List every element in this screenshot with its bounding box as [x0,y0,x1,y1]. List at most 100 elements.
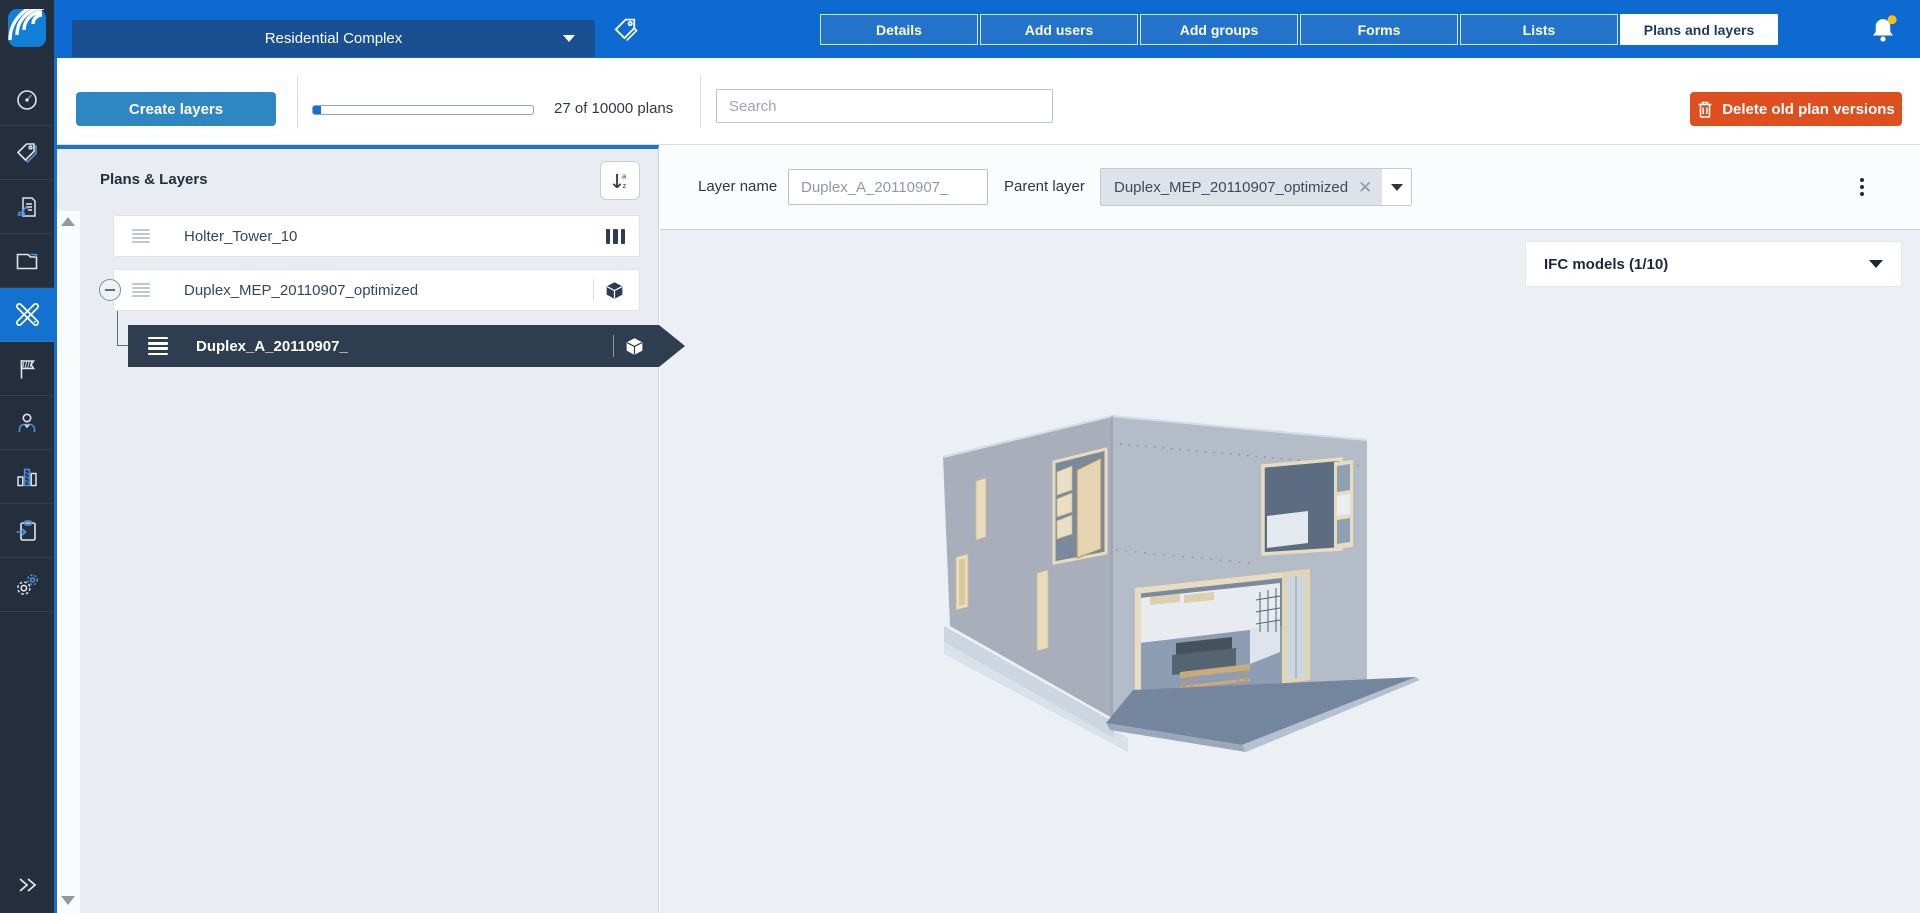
drag-handle-icon[interactable] [132,229,150,244]
drag-handle-icon[interactable] [132,283,150,298]
tab-label: Details [876,22,922,38]
divider [613,335,614,357]
chevron-down-icon [1391,184,1403,191]
sidebar-item-handover[interactable] [0,504,54,558]
tree-item-label: Duplex_A_20110907_ [196,338,348,355]
tree-connector-line [117,311,129,346]
cube-icon[interactable] [624,336,645,357]
double-chevron-right-icon [14,873,40,897]
sidebar-item-plans[interactable] [0,288,54,342]
svg-text:a: a [622,171,627,180]
toolbar-divider [297,76,298,128]
project-select-label: Residential Complex [265,30,403,47]
columns-icon[interactable] [606,229,626,244]
chevron-down-icon [1869,260,1883,268]
tree-item-label: Holter_Tower_10 [184,228,297,245]
delete-button-label: Delete old plan versions [1722,101,1895,118]
project-tags-button[interactable] [610,15,640,45]
left-nav-rail [0,0,54,913]
plans-quota-progressbar [312,105,534,115]
sidebar-item-approvals[interactable] [0,180,54,234]
tab-label: Plans and layers [1644,22,1755,38]
collapse-node-button[interactable] [99,279,121,301]
sort-az-icon: a z [609,169,631,193]
plans-quota-progress-fill [313,106,321,114]
parent-layer-label: Parent layer [1004,178,1085,195]
sidebar-spacer [0,612,54,857]
panel-title: Plans & Layers [100,171,208,188]
document-stamp-icon [14,194,40,220]
gears-icon [14,571,41,598]
tab-details[interactable]: Details [820,14,978,45]
tree-item-plan[interactable]: Duplex_MEP_20110907_optimized [113,269,640,311]
project-select[interactable]: Residential Complex [72,20,595,57]
bell-icon [1866,13,1900,47]
project-tabs: Details Add users Add groups Forms Lists… [820,14,1778,45]
cube-icon[interactable] [604,280,625,301]
delete-old-plan-versions-button[interactable]: Delete old plan versions [1690,92,1902,126]
tree-item-label: Duplex_MEP_20110907_optimized [184,282,418,299]
chevron-down-icon [563,35,575,42]
layer-detail-area: Layer name Parent layer Duplex_MEP_20110… [660,145,1920,913]
app-logo[interactable] [0,0,54,72]
parent-layer-select[interactable]: Duplex_MEP_20110907_optimized ✕ [1100,168,1412,206]
tab-forms[interactable]: Forms [1300,14,1458,45]
notification-dot [1888,15,1897,24]
bar-chart-icon [14,464,40,490]
tree-scrollbar[interactable] [57,211,80,913]
layer-options-menu-button[interactable] [1852,171,1872,203]
sidebar-item-settings[interactable] [0,558,54,612]
tab-plans-and-layers[interactable]: Plans and layers [1620,14,1778,45]
sidebar-item-tags[interactable] [0,126,54,180]
sidebar-collapse-toggle[interactable] [0,857,54,913]
scroll-up-arrow-icon[interactable] [61,217,75,226]
tab-add-users[interactable]: Add users [980,14,1138,45]
plans-toolbar: Create layers 27 of 10000 plans Delete o… [54,58,1920,145]
tab-add-groups[interactable]: Add groups [1140,14,1298,45]
layer-form-row: Layer name Parent layer Duplex_MEP_20110… [660,145,1920,230]
gauge-icon [14,86,40,112]
top-header: Residential Complex Details Add users Ad… [54,0,1920,58]
tag-icon [610,15,640,45]
tree-item-layer-selected[interactable]: Duplex_A_20110907_ [128,325,685,367]
sidebar-item-tickets[interactable] [0,342,54,396]
divider [593,279,594,301]
flag-icon [14,356,40,382]
trash-icon [1697,100,1713,118]
tab-label: Add users [1025,22,1093,38]
tab-lists[interactable]: Lists [1460,14,1618,45]
notifications-button[interactable] [1866,13,1900,47]
logo-swirl-icon [8,9,46,47]
layer-name-input[interactable] [788,169,988,205]
plans-count-label: 27 of 10000 plans [554,100,673,117]
search-input[interactable] [716,89,1053,123]
tab-label: Forms [1358,22,1401,38]
svg-text:z: z [623,181,627,190]
ifc-models-label: IFC models (1/10) [1544,256,1668,273]
tab-label: Add groups [1180,22,1259,38]
sidebar-item-statistics[interactable] [0,450,54,504]
parent-layer-chip: Duplex_MEP_20110907_optimized ✕ [1101,169,1382,205]
remove-parent-icon[interactable]: ✕ [1358,179,1372,196]
scroll-down-arrow-icon[interactable] [61,896,75,905]
ifc-3d-model-view[interactable] [930,400,1430,760]
layer-name-label: Layer name [698,178,777,195]
ruler-pencil-icon [14,301,41,328]
sort-button[interactable]: a z [600,161,640,200]
parent-layer-value: Duplex_MEP_20110907_optimized [1114,179,1348,196]
sidebar-item-dashboard[interactable] [0,72,54,126]
sidebar-item-users[interactable] [0,396,54,450]
toolbar-divider [700,76,701,128]
parent-layer-caret[interactable] [1382,169,1411,205]
clipboard-arrow-icon [14,518,40,544]
tag-icon [14,140,40,166]
sidebar-item-documents[interactable] [0,234,54,288]
sidebar-accent-border [54,58,57,913]
tree-item-plan[interactable]: Holter_Tower_10 [113,215,640,257]
folder-icon [14,248,40,274]
person-icon [14,410,40,436]
plans-layers-panel: Plans & Layers a z Holter_Tower_10 Duple… [54,145,659,913]
drag-handle-icon[interactable] [148,337,168,356]
ifc-models-dropdown[interactable]: IFC models (1/10) [1525,241,1902,287]
create-layers-button[interactable]: Create layers [76,92,276,126]
